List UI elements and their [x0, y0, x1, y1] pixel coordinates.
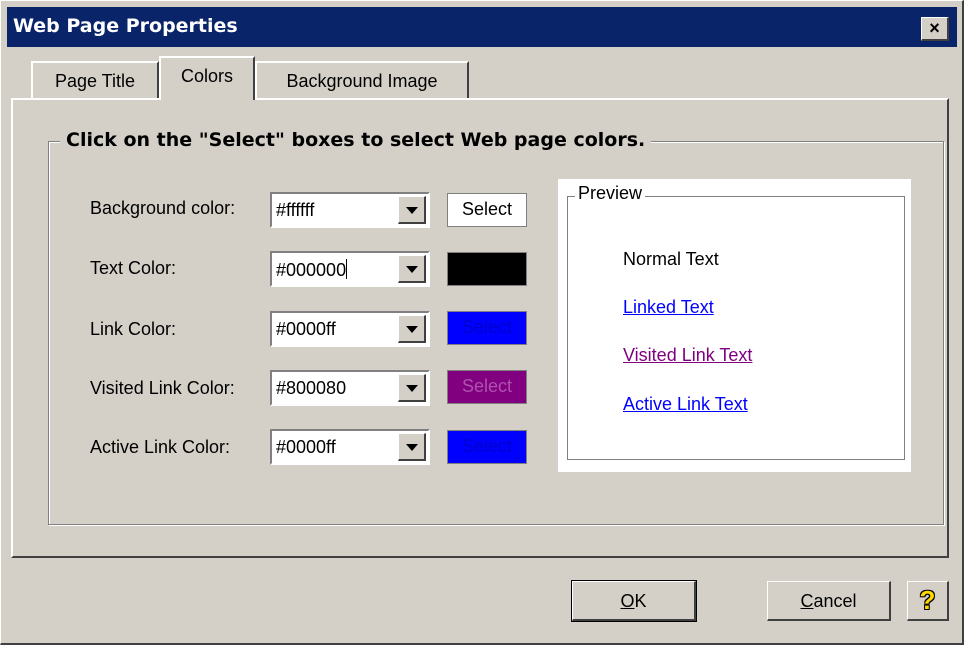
link-color-select-button[interactable]: Select: [447, 311, 527, 345]
preview-normal-text: Normal Text: [623, 249, 719, 269]
visited-link-color-label: Visited Link Color:: [90, 378, 235, 398]
close-icon: ×: [929, 18, 940, 38]
text-color-input-wrap[interactable]: #000000: [276, 259, 348, 281]
cancel-rest: ancel: [813, 591, 857, 611]
preview-visited-link-text: Visited Link Text: [623, 345, 753, 365]
chevron-down-icon: [406, 444, 418, 451]
visited-link-color-combo[interactable]: #800080: [270, 370, 430, 406]
visited-link-color-dropdown-button[interactable]: [398, 374, 426, 402]
window-title: Web Page Properties: [13, 15, 238, 37]
preview-active-link-text: Active Link Text: [623, 394, 748, 414]
help-question-icon: ?: [919, 585, 936, 615]
help-button[interactable]: ?: [907, 581, 949, 621]
active-link-color-label: Active Link Color:: [90, 437, 231, 457]
preview-linked-text: Linked Text: [623, 297, 714, 317]
background-color-dropdown-button[interactable]: [398, 196, 426, 224]
chevron-down-icon: [406, 266, 418, 273]
tab-colors[interactable]: Colors: [159, 56, 255, 100]
text-color-combo[interactable]: #000000: [270, 251, 430, 287]
close-button[interactable]: ×: [921, 17, 949, 41]
tab-page-title-label: Page Title: [54, 71, 136, 91]
link-color-value[interactable]: #0000ff: [276, 319, 336, 340]
web-page-properties-dialog: Web Page Properties × Page Title Colors …: [0, 0, 964, 645]
visited-link-color-select-button[interactable]: Select: [447, 370, 527, 404]
text-color-dropdown-button[interactable]: [398, 255, 426, 283]
active-link-color-value[interactable]: #0000ff: [276, 437, 336, 458]
link-color-combo[interactable]: #0000ff: [270, 311, 430, 347]
link-color-dropdown-button[interactable]: [398, 315, 426, 343]
tab-page-title[interactable]: Page Title: [31, 61, 159, 99]
ok-rest: K: [634, 591, 647, 611]
background-color-combo[interactable]: #ffffff: [270, 192, 430, 228]
text-caret: [346, 259, 348, 279]
text-color-value[interactable]: #000000: [276, 260, 346, 280]
link-select-label: Select: [461, 317, 513, 337]
active-link-color-select-button[interactable]: Select: [447, 430, 527, 464]
ok-button[interactable]: OK: [571, 580, 697, 622]
active-select-label: Select: [461, 436, 513, 456]
visited-select-label: Select: [461, 376, 513, 396]
text-color-label: Text Color:: [90, 258, 177, 278]
chevron-down-icon: [406, 326, 418, 333]
active-link-color-combo[interactable]: #0000ff: [270, 429, 430, 465]
background-color-value[interactable]: #ffffff: [276, 200, 314, 221]
link-color-label: Link Color:: [90, 319, 177, 339]
cancel-button[interactable]: Cancel: [767, 581, 891, 621]
background-color-select-button[interactable]: Select: [447, 193, 527, 227]
tab-colors-label: Colors: [180, 66, 233, 86]
preview-frame: [567, 196, 905, 460]
background-color-label: Background color:: [90, 198, 236, 218]
chevron-down-icon: [406, 385, 418, 392]
groupbox-legend: Click on the "Select" boxes to select We…: [60, 129, 652, 151]
background-select-label: Select: [461, 199, 513, 219]
tab-background-image-label: Background Image: [286, 71, 438, 91]
text-color-select-button[interactable]: [447, 252, 527, 286]
tab-background-image[interactable]: Background Image: [255, 61, 469, 99]
cancel-accel: C: [800, 591, 814, 611]
title-bar: Web Page Properties ×: [7, 7, 957, 47]
visited-link-color-value[interactable]: #800080: [276, 378, 346, 399]
chevron-down-icon: [406, 207, 418, 214]
preview-legend: Preview: [575, 183, 646, 204]
ok-accel: O: [620, 591, 635, 611]
active-link-color-dropdown-button[interactable]: [398, 433, 426, 461]
